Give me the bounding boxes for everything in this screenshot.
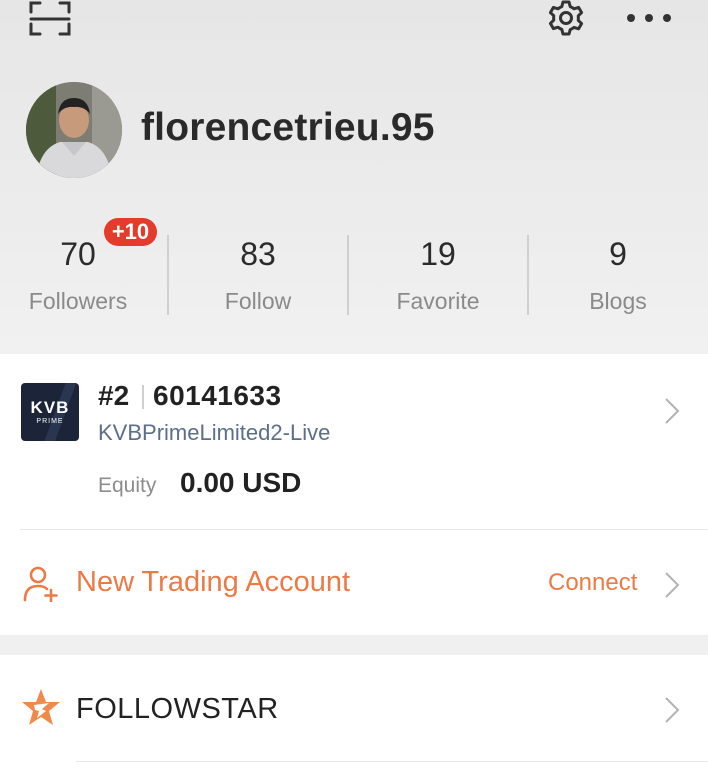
account-rank: #2 (98, 380, 130, 411)
top-bar (0, 0, 708, 40)
account-number: 60141633 (153, 380, 282, 411)
gear-icon[interactable] (544, 0, 588, 40)
account-server: KVBPrimeLimited2-Live (98, 420, 331, 445)
section-gap (0, 635, 708, 655)
avatar-photo (26, 82, 122, 178)
followstar-row[interactable]: FOLLOWSTAR (0, 655, 708, 768)
followstar-label: FOLLOWSTAR (76, 693, 279, 725)
stat-follow[interactable]: 83 Follow (168, 220, 348, 320)
equity-value: 0.00 USD (180, 467, 302, 498)
chevron-right-icon (665, 697, 680, 723)
chevron-right-icon (665, 572, 680, 598)
favorite-label: Favorite (396, 288, 480, 314)
more-icon[interactable] (624, 8, 674, 28)
equity-label: Equity (98, 474, 157, 497)
account-separator (142, 385, 144, 409)
new-trading-account-label: New Trading Account (76, 566, 351, 598)
follow-count: 83 (240, 236, 276, 272)
trading-account-row[interactable]: KVB PRIME #2 60141633 KVBPrimeLimited2-L… (0, 354, 708, 530)
followers-label: Followers (28, 288, 128, 314)
chevron-right-icon (665, 398, 680, 424)
follow-label: Follow (224, 288, 292, 314)
stat-blogs[interactable]: 9 Blogs (528, 220, 708, 320)
new-followers-badge: +10 (104, 218, 157, 246)
scan-icon[interactable] (28, 0, 72, 38)
kvb-prime-logo: KVB PRIME (21, 383, 79, 441)
stat-favorite[interactable]: 19 Favorite (348, 220, 528, 320)
star-icon (22, 689, 60, 725)
logo-subtext: PRIME (36, 418, 64, 425)
row-divider (76, 761, 708, 762)
blogs-count: 9 (609, 236, 627, 272)
blogs-label: Blogs (589, 288, 647, 314)
logo-text: KVB (30, 398, 70, 417)
avatar[interactable] (26, 82, 122, 178)
connect-button[interactable]: Connect (548, 569, 637, 597)
favorite-count: 19 (420, 236, 456, 272)
add-person-icon (23, 566, 58, 602)
new-trading-account-row[interactable]: New Trading Account Connect (0, 530, 708, 635)
username: florencetrieu.95 (141, 106, 435, 149)
